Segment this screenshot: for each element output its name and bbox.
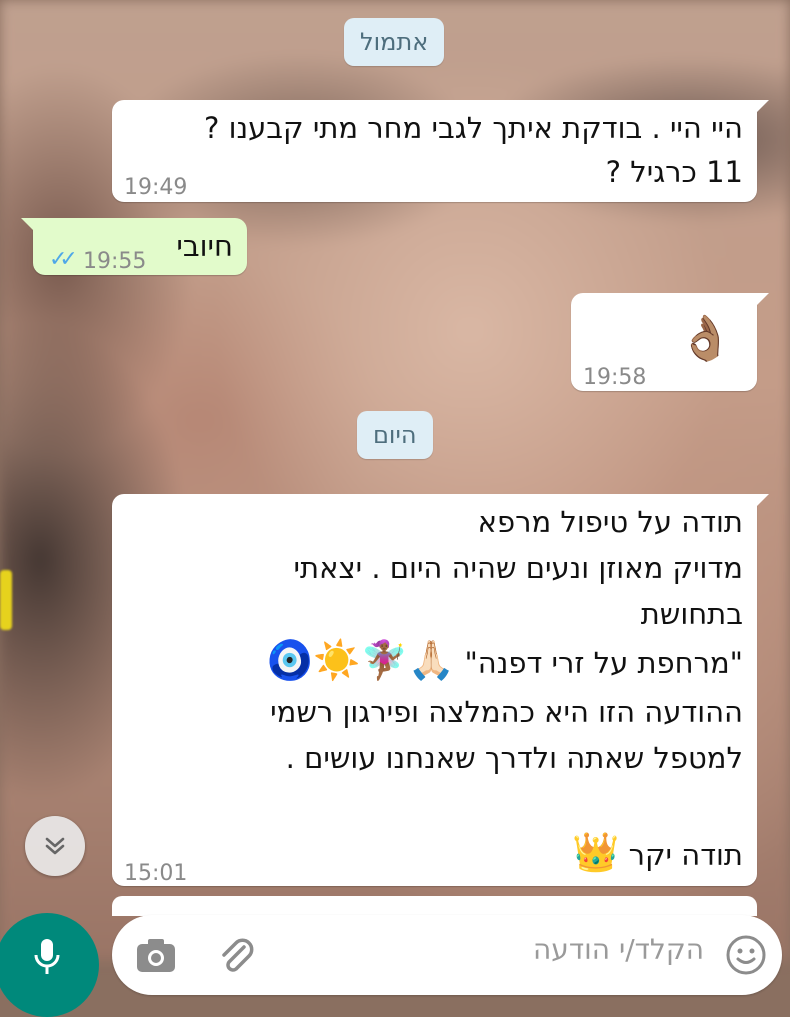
date-separator-yesterday: אתמול xyxy=(344,18,445,66)
wallpaper-detail xyxy=(0,570,12,630)
chevron-double-down-icon xyxy=(45,837,65,855)
emoji-icon[interactable] xyxy=(724,933,768,977)
date-label: היום xyxy=(373,421,417,449)
next-message-bubble xyxy=(112,896,757,916)
message-text: חיובי xyxy=(176,229,233,263)
message-bubble-incoming[interactable]: היי היי . בודקת איתך לגבי מחר מתי קבענו … xyxy=(112,100,769,202)
message-text: 11 כרגיל ? xyxy=(605,155,743,189)
scroll-to-bottom-button[interactable] xyxy=(25,816,85,876)
read-check-icon: ✓✓ xyxy=(49,247,78,272)
message-text: בתחושת xyxy=(640,597,743,631)
closing-text: תודה יקר xyxy=(628,838,743,872)
message-time: 19:58 xyxy=(583,365,647,390)
message-text: היי היי . בודקת איתך לגבי מחר מתי קבענו … xyxy=(204,111,743,145)
date-label: אתמול xyxy=(360,28,429,56)
message-bubble-incoming[interactable]: תודה על טיפול מרפא מדויק מאוזן ונעים שהי… xyxy=(112,494,769,886)
message-time: 19:49 xyxy=(124,175,188,200)
crown-emoji: 👑 xyxy=(572,830,620,874)
message-text: "מרחפת על זרי דפנה" 🙏🏻🧚🏾‍♀️☀️🧿 xyxy=(266,638,743,685)
message-time: 15:01 xyxy=(124,861,188,886)
camera-icon[interactable] xyxy=(134,935,178,975)
attach-icon[interactable] xyxy=(216,935,256,979)
message-input-placeholder[interactable]: הקלד/י הודעה xyxy=(533,933,704,966)
message-text: ההודעה הזו היא כהמלצה ופירגון רשמי xyxy=(270,695,743,729)
message-input-bar[interactable]: הקלד/י הודעה xyxy=(112,915,782,995)
message-text: למטפל שאתה ולדרך שאנחנו עושים . xyxy=(285,741,743,775)
message-text: תודה על טיפול מרפא xyxy=(477,505,743,539)
quote-text: "מרחפת על זרי דפנה" xyxy=(464,646,743,680)
ok-hand-emoji: 👌🏽 xyxy=(678,313,733,364)
message-text: מדויק מאוזן ונעים שהיה היום . יצאתי xyxy=(293,551,743,585)
mic-button[interactable] xyxy=(0,913,99,1017)
mic-icon xyxy=(34,939,60,974)
message-text: תודה יקר 👑 xyxy=(572,830,743,877)
date-separator-today: היום xyxy=(357,411,433,459)
message-bubble-incoming[interactable]: 👌🏽 19:58 xyxy=(571,293,769,391)
message-time: 19:55 xyxy=(83,249,147,274)
message-bubble-outgoing[interactable]: חיובי 19:55 ✓✓ xyxy=(21,218,247,275)
emoji-sequence: 🙏🏻🧚🏾‍♀️☀️🧿 xyxy=(265,638,456,682)
